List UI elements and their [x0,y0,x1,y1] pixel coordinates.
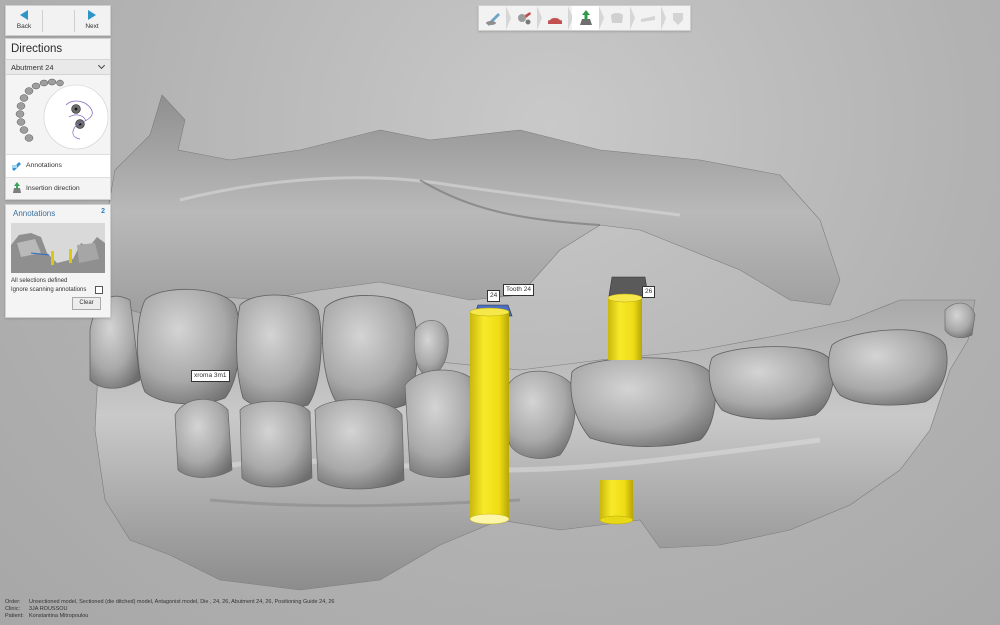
toolbar-step-design[interactable] [603,6,630,30]
annotations-count: 2 [101,208,105,215]
implant-24[interactable] [469,307,510,525]
tooth-24-callout[interactable]: Tooth 24 [503,284,534,296]
toolbar-step-export[interactable] [664,6,691,30]
patient-value: Konstantina Mitropoulou [29,613,89,619]
toolbar-step-model[interactable] [541,6,568,30]
order-key: Order: [5,599,21,605]
dropdown-value: Abutment 24 [11,63,54,72]
back-label: Back [16,23,32,30]
implant-26-callout[interactable]: 26 [642,286,656,298]
toolbar-step-guide[interactable] [634,6,661,30]
wizard-navigation: Back Next [5,5,111,36]
abutment-dropdown[interactable]: Abutment 24 [6,59,110,75]
scanner-icon [518,12,531,25]
implant-24-callout[interactable]: 24 [487,290,501,302]
step-insertion-direction[interactable]: Insertion direction [6,178,110,200]
jaw-model-icon [548,16,562,24]
tooth-arch-map[interactable] [14,77,110,153]
directions-panel: Directions Abutment 24 Annotations Inser… [5,38,111,200]
insertion-direction-icon [13,182,21,193]
toolbar-step-order[interactable] [479,6,506,30]
annotations-title: Annotations [13,209,56,218]
next-label: Next [85,23,99,30]
clinic-value: 3JA ROUSSOU [29,606,68,612]
patient-key: Patient: [5,613,24,619]
ignore-annotations-label: Ignore scanning annotations [11,287,87,293]
tooth-pen-icon [486,13,500,26]
shade-callout[interactable]: хroma 3m1 [191,370,230,382]
arrow-right-icon [88,10,96,20]
clear-button[interactable]: Clear [72,297,101,310]
order-value: Unsectioned model, Sectioned (die ditche… [29,599,335,605]
annotations-status: All selections defined [11,278,68,284]
arrow-left-icon [20,10,28,20]
chevron-down-icon [97,61,106,70]
clinic-key: Clinic: [5,606,20,612]
insertion-arrow-icon [580,10,592,25]
step-label: Annotations [26,162,62,169]
annotation-thumbnail[interactable] [11,223,105,273]
3d-viewport[interactable] [0,0,1000,625]
crown-icon [611,13,623,23]
ignore-annotations-checkbox[interactable] [95,286,103,294]
toolbar-step-directions[interactable] [572,6,599,30]
workflow-toolbar [478,5,691,31]
nav-divider [42,10,43,32]
panel-title: Directions [11,43,63,55]
step-annotations[interactable]: Annotations [6,154,110,178]
toolbar-step-scan[interactable] [510,6,537,30]
annotation-pen-icon [12,162,21,171]
guide-icon [641,16,655,22]
back-button[interactable]: Back [6,8,42,34]
step-label: Insertion direction [26,185,80,192]
annotations-panel: Annotations 2 All selections defined Ign… [5,204,111,318]
order-info: Order: Unsectioned model, Sectioned (die … [5,599,334,620]
export-icon [673,13,683,25]
next-button[interactable]: Next [74,8,110,34]
